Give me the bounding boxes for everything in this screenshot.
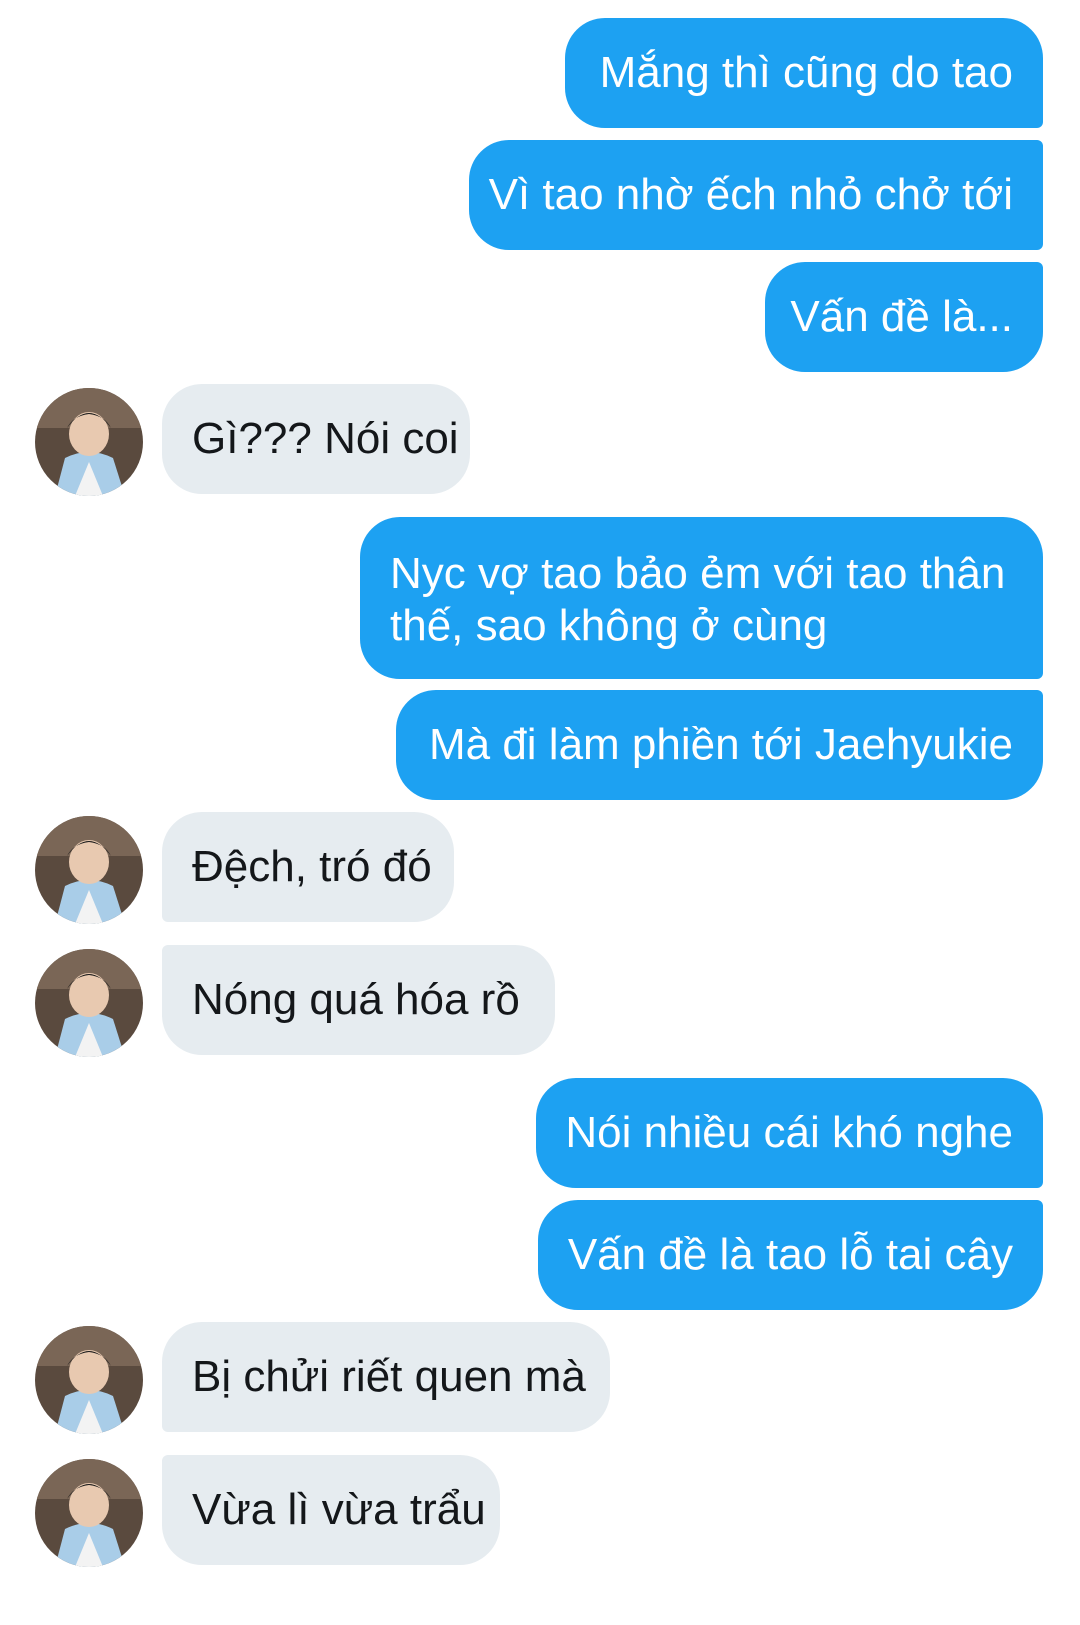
message-text: Nói nhiều cái khó nghe — [565, 1108, 1013, 1157]
avatar[interactable] — [35, 816, 143, 924]
outgoing-message[interactable]: Nói nhiều cái khó nghe — [536, 1078, 1043, 1188]
message-text: Vừa lì vừa trẩu — [192, 1485, 486, 1534]
incoming-message[interactable]: Đệch, tró đó — [162, 812, 454, 922]
outgoing-message[interactable]: Vì tao nhờ ếch nhỏ chở tới — [469, 140, 1043, 250]
message-text: Nóng quá hóa rồ — [192, 975, 520, 1024]
avatar[interactable] — [35, 1459, 143, 1567]
message-text: Mắng thì cũng do tao — [599, 48, 1013, 97]
user-avatar-photo-icon — [35, 1459, 143, 1567]
incoming-message[interactable]: Bị chửi riết quen mà — [162, 1322, 610, 1432]
incoming-message[interactable]: Vừa lì vừa trẩu — [162, 1455, 500, 1565]
message-text: Nyc vợ tao bảo ẻm với tao thân thế, sao … — [390, 549, 1006, 650]
user-avatar-photo-icon — [35, 816, 143, 924]
message-text: Vấn đề là tao lỗ tai cây — [567, 1230, 1013, 1279]
avatar[interactable] — [35, 949, 143, 1057]
outgoing-message[interactable]: Vấn đề là... — [765, 262, 1043, 372]
message-text: Đệch, tró đó — [192, 842, 432, 891]
message-text: Bị chửi riết quen mà — [192, 1352, 586, 1401]
outgoing-message[interactable]: Vấn đề là tao lỗ tai cây — [538, 1200, 1043, 1310]
message-text: Gì??? Nói coi — [192, 414, 459, 463]
outgoing-message[interactable]: Mà đi làm phiền tới Jaehyukie — [396, 690, 1043, 800]
avatar[interactable] — [35, 1326, 143, 1434]
incoming-message[interactable]: Nóng quá hóa rồ — [162, 945, 555, 1055]
outgoing-message[interactable]: Nyc vợ tao bảo ẻm với tao thân thế, sao … — [360, 517, 1043, 679]
user-avatar-photo-icon — [35, 949, 143, 1057]
outgoing-message[interactable]: Mắng thì cũng do tao — [565, 18, 1043, 128]
user-avatar-photo-icon — [35, 388, 143, 496]
user-avatar-photo-icon — [35, 1326, 143, 1434]
message-text: Mà đi làm phiền tới Jaehyukie — [428, 720, 1013, 769]
incoming-message[interactable]: Gì??? Nói coi — [162, 384, 470, 494]
avatar[interactable] — [35, 388, 143, 496]
message-text: Vấn đề là... — [790, 292, 1013, 341]
message-text: Vì tao nhờ ếch nhỏ chở tới — [488, 170, 1013, 219]
chat-thread: Mắng thì cũng do tao Vì tao nhờ ếch nhỏ … — [0, 0, 1080, 1625]
